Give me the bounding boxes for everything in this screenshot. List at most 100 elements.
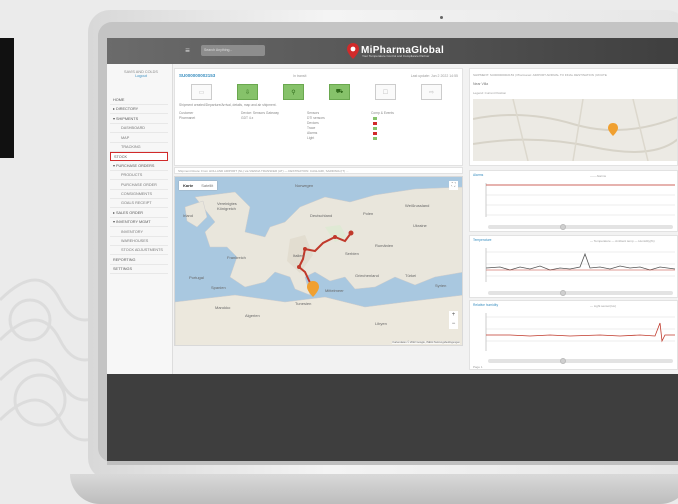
dark-footer-band: [107, 374, 678, 461]
comp-events-block: Comp & Events: [371, 111, 394, 141]
shipment-step-icon[interactable]: ⇩: [237, 84, 258, 100]
black-edge-tab: [0, 38, 14, 158]
map-label: Weißrussland: [405, 203, 429, 208]
device-value: GDT 4.x: [241, 116, 254, 120]
temperature-scrollbar[interactable]: [488, 290, 673, 296]
sensor-item: Light: [307, 136, 315, 140]
scrollbar-handle[interactable]: [560, 290, 566, 296]
shipment-id[interactable]: SU000000002153: [179, 73, 215, 78]
sidebar: SAVIS AND COLDS Logout HOME ▸ DIRECTORY ▾ …: [107, 64, 173, 374]
destination-pin-icon[interactable]: [608, 123, 618, 136]
sidebar-item[interactable]: TRACKING: [110, 143, 168, 152]
destination-panel: SHIPMENT: SU000000002153 | Pharmanet: AI…: [469, 68, 678, 166]
sidebar-item[interactable]: CONSIGNMENTS: [110, 190, 168, 199]
sidebar-item[interactable]: PRODUCTS: [110, 171, 168, 181]
alarms-scrollbar[interactable]: [488, 224, 673, 230]
sidebar-item[interactable]: DASHBOARD: [110, 124, 168, 134]
status-alarm-swatch: [373, 121, 377, 125]
minimap-canvas: [472, 98, 677, 162]
status-alarm-swatch: [373, 131, 377, 135]
route-map[interactable]: Vereinigtes Königreich Irland Frankreich Spa…: [174, 176, 463, 346]
zoom-out-button[interactable]: −: [449, 320, 458, 329]
map-label: Portugal: [189, 275, 204, 280]
panel-title: Temperature: [473, 238, 492, 242]
panel-title: Alarms: [473, 173, 484, 177]
humidity-scrollbar[interactable]: [488, 358, 673, 364]
shipment-step-icon[interactable]: ⚲: [283, 84, 304, 100]
map-attribution: Kartendaten © 2022 Google, INEGI Nutzung…: [392, 341, 460, 344]
map-label: Frankreich: [227, 255, 246, 260]
fullscreen-icon[interactable]: ⛶: [449, 181, 458, 190]
search-input[interactable]: Search Anything...: [201, 45, 265, 56]
status-ok-swatch: [373, 136, 377, 140]
destination-subtitle: Near Villa: [473, 82, 489, 86]
panel-legend: — Temperature — Ambient temp — Humidity(…: [590, 239, 655, 243]
sidebar-item[interactable]: ▾ PURCHASE ORDERS: [110, 162, 168, 171]
destination-legend: Legend: Current Position: [473, 91, 507, 95]
screen-bottom-bezel: [107, 461, 678, 465]
sidebar-item[interactable]: INVENTORY: [110, 228, 168, 237]
destination-minimap[interactable]: [472, 98, 677, 162]
scrollbar-handle[interactable]: [560, 358, 566, 364]
map-label: Spanien: [211, 285, 226, 290]
map-label: Türkei: [405, 273, 416, 278]
shipment-step-icon[interactable]: ▭: [191, 84, 212, 100]
map-label: Norwegen: [295, 183, 313, 188]
zoom-in-button[interactable]: +: [449, 311, 458, 320]
shipment-step-icon[interactable]: ⛟: [329, 84, 350, 100]
route-point: [303, 247, 307, 251]
map-label: Marokko: [215, 305, 231, 310]
sidebar-item[interactable]: MAP: [110, 134, 168, 143]
route-point: [333, 235, 337, 239]
sidebar-item[interactable]: ▸ SALES ORDER: [110, 209, 168, 218]
sidebar-item[interactable]: WAREHOUSES: [110, 237, 168, 246]
map-label: Mittelmeer: [325, 288, 344, 293]
map-label: Irland: [183, 213, 193, 218]
humidity-chart: [485, 313, 675, 351]
logout-link[interactable]: Logout: [119, 74, 163, 78]
map-label: Deutschland: [310, 213, 332, 218]
map-label: Königreich: [217, 206, 236, 211]
scrollbar-handle[interactable]: [560, 224, 566, 230]
africa-landmass: [175, 294, 462, 345]
route-summary-bar: Shipment Route: From HOLLAND AIRPORT (NL…: [174, 167, 463, 174]
customer-value: Pharmanet: [179, 116, 196, 120]
device-block: Device: Sensors Gateway GDT 4.x: [241, 111, 279, 121]
tab-map[interactable]: Karte: [179, 181, 197, 190]
map-label: Rumänien: [375, 243, 393, 248]
app-screen: ≡ Search Anything... MiPharmaGlobal Your…: [107, 38, 678, 461]
sidebar-item[interactable]: REPORTING: [110, 256, 168, 265]
sidebar-item[interactable]: GOALS RECEIPT: [110, 199, 168, 209]
alarms-chart: [485, 183, 675, 217]
sidebar-item[interactable]: ▸ DIRECTORY: [110, 105, 168, 115]
map-label: Libyen: [375, 321, 387, 326]
zoom-control: + −: [449, 311, 458, 329]
sidebar-item[interactable]: ▾ INVENTORY MGMT: [110, 218, 168, 228]
humidity-panel: Relative humidity — Light sensor(lux) Pa…: [469, 300, 678, 370]
user-block: SAVIS AND COLDS Logout: [119, 70, 163, 78]
sidebar-item[interactable]: ▾ SHIPMENTS: [110, 115, 168, 124]
map-type-tabs: Karte Satellit: [179, 181, 218, 190]
logo-tagline: Your Temperature Control and Compliance …: [362, 54, 430, 58]
status-ok-swatch: [373, 126, 377, 130]
map-label: Italien: [293, 253, 304, 258]
sidebar-item[interactable]: SETTINGS: [110, 265, 168, 275]
panel-legend: —— Alarms: [590, 174, 607, 178]
hamburger-menu-icon[interactable]: ≡: [183, 46, 192, 55]
top-bar: ≡ Search Anything... MiPharmaGlobal Your…: [107, 38, 678, 64]
tab-satellite[interactable]: Satellit: [197, 181, 217, 190]
laptop-base: [70, 474, 678, 504]
route-point: [297, 265, 301, 269]
shipment-info-line: Shipment created/Departure/Arrival, deta…: [179, 103, 277, 107]
destination-header: SHIPMENT: SU000000002153 | Pharmanet: AI…: [473, 73, 607, 77]
temperature-chart: [485, 248, 676, 282]
sidebar-item[interactable]: HOME: [110, 96, 168, 105]
map-label: Griechenland: [355, 273, 379, 278]
sidebar-item[interactable]: STOCK ADJUSTMENTS: [110, 246, 168, 256]
map-label: Tunesien: [295, 301, 311, 306]
shipment-step-icon[interactable]: ☐: [375, 84, 396, 100]
shipment-step-icon[interactable]: ⇨: [421, 84, 442, 100]
sidebar-item[interactable]: PURCHASE ORDER: [110, 181, 168, 190]
sensors-block: Sensors DTI sensors Devices Trace Alarms Lig…: [307, 111, 325, 141]
sidebar-item[interactable]: STOCK: [110, 152, 168, 162]
